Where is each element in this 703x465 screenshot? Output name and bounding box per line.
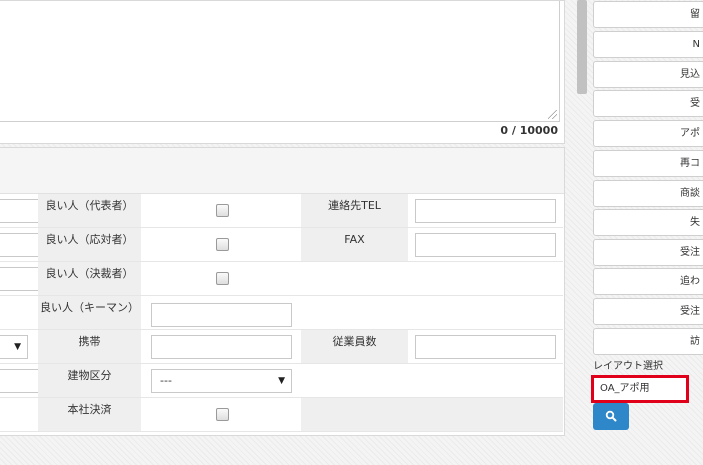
char-counter: 0 / 10000 bbox=[500, 124, 558, 137]
form-row: ▼ 携帯 従業員数 bbox=[0, 330, 563, 364]
chevron-down-icon: ▼ bbox=[14, 342, 21, 352]
sidebar-button[interactable]: 見込 bbox=[593, 61, 703, 88]
customer-form: 良い人（代表者） 連絡先TEL 良い人（応対者） FAX 良い人（決裁者） 良い… bbox=[0, 147, 565, 436]
sidebar-button[interactable]: アポ bbox=[593, 120, 703, 147]
form-row: 良い人（応対者） FAX bbox=[0, 228, 563, 262]
building-category-label: 建物区分 bbox=[38, 364, 141, 397]
fax-input[interactable] bbox=[415, 233, 556, 257]
sidebar-button[interactable]: 訪 bbox=[593, 328, 703, 355]
good-person-key-label: 良い人（キーマン） bbox=[38, 296, 141, 329]
search-icon bbox=[605, 410, 617, 422]
scrollbar-thumb[interactable] bbox=[577, 0, 587, 94]
mobile-label: 携帯 bbox=[38, 330, 141, 363]
memo-panel: 0 / 10000 bbox=[0, 0, 565, 144]
empty-cell bbox=[301, 398, 563, 431]
good-person-decision-checkbox[interactable] bbox=[216, 272, 229, 285]
sidebar-button[interactable]: 失 bbox=[593, 209, 703, 236]
sidebar-button[interactable]: N bbox=[593, 31, 703, 58]
building-category-select[interactable]: --- ▼ bbox=[151, 369, 292, 393]
mobile-input[interactable] bbox=[151, 335, 292, 359]
good-person-resp-label: 良い人（応対者） bbox=[38, 228, 141, 261]
memo-textarea[interactable] bbox=[0, 1, 560, 122]
good-person-resp-checkbox[interactable] bbox=[216, 238, 229, 251]
sidebar-button[interactable]: 再コ bbox=[593, 150, 703, 177]
employees-input[interactable] bbox=[415, 335, 556, 359]
good-person-key-input[interactable] bbox=[151, 303, 292, 327]
form-row: 本社決済 bbox=[0, 398, 563, 432]
sidebar-button[interactable]: 商談 bbox=[593, 180, 703, 207]
form-row: 良い人（キーマン） bbox=[0, 296, 563, 330]
search-button[interactable] bbox=[593, 403, 629, 430]
fax-label: FAX bbox=[301, 228, 408, 261]
good-person-rep-checkbox[interactable] bbox=[216, 204, 229, 217]
hq-decision-label: 本社決済 bbox=[38, 398, 141, 431]
form-header bbox=[0, 148, 564, 194]
sidebar-button[interactable]: 受注 bbox=[593, 298, 703, 325]
sidebar-button[interactable]: 受注 bbox=[593, 239, 703, 266]
select-field[interactable]: ▼ bbox=[0, 335, 28, 359]
form-row: 建物区分 --- ▼ bbox=[0, 364, 563, 398]
good-person-decision-label: 良い人（決裁者） bbox=[38, 262, 141, 295]
employees-label: 従業員数 bbox=[301, 330, 408, 363]
sidebar-button[interactable]: 追わ bbox=[593, 268, 703, 295]
layout-select[interactable]: OA_アポ用 bbox=[591, 375, 689, 403]
contact-tel-input[interactable] bbox=[415, 199, 556, 223]
hq-decision-checkbox[interactable] bbox=[216, 408, 229, 421]
sidebar-button[interactable]: 留 bbox=[593, 1, 703, 28]
chevron-down-icon: ▼ bbox=[278, 376, 285, 386]
resize-grip-icon[interactable] bbox=[548, 110, 557, 119]
sidebar-button[interactable]: 受 bbox=[593, 90, 703, 117]
form-row: 良い人（決裁者） bbox=[0, 262, 563, 296]
good-person-rep-label: 良い人（代表者） bbox=[38, 194, 141, 227]
form-row: 良い人（代表者） 連絡先TEL bbox=[0, 194, 563, 228]
layout-select-label: レイアウト選択 bbox=[593, 361, 663, 372]
building-category-value: --- bbox=[160, 374, 172, 387]
contact-tel-label: 連絡先TEL bbox=[301, 194, 408, 227]
